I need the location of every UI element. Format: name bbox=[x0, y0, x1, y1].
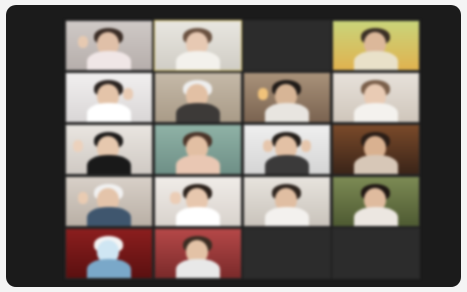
participant-tile-video-off[interactable] bbox=[243, 20, 331, 71]
participant-tile[interactable] bbox=[332, 176, 420, 227]
participant-tile-video-off[interactable] bbox=[332, 228, 420, 279]
participant-tile[interactable] bbox=[243, 124, 331, 175]
participant-tile[interactable] bbox=[65, 20, 153, 71]
participant-tile[interactable] bbox=[332, 20, 420, 71]
participant-tile[interactable] bbox=[243, 72, 331, 123]
participant-tile-video-off[interactable] bbox=[243, 228, 331, 279]
participant-tile[interactable] bbox=[65, 124, 153, 175]
participant-tile-active-speaker[interactable] bbox=[154, 20, 242, 71]
participant-tile[interactable] bbox=[332, 72, 420, 123]
gallery-view-grid bbox=[65, 20, 420, 279]
participant-tile[interactable] bbox=[154, 228, 242, 279]
participant-tile[interactable] bbox=[65, 72, 153, 123]
participant-tile[interactable] bbox=[154, 72, 242, 123]
participant-tile[interactable] bbox=[65, 176, 153, 227]
participant-tile[interactable] bbox=[154, 124, 242, 175]
video-conference-window bbox=[6, 5, 461, 287]
participant-tile[interactable] bbox=[154, 176, 242, 227]
participant-tile[interactable] bbox=[243, 176, 331, 227]
participant-tile[interactable] bbox=[65, 228, 153, 279]
participant-tile[interactable] bbox=[332, 124, 420, 175]
